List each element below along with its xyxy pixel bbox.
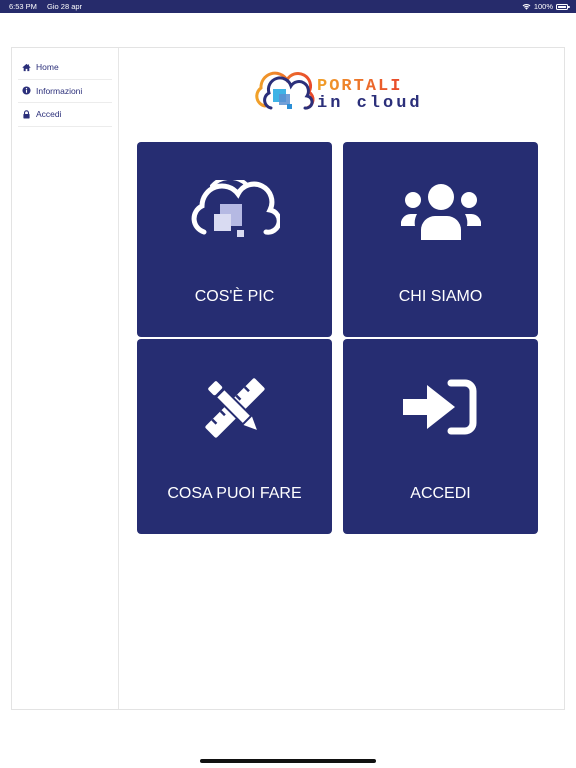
wifi-icon (522, 4, 531, 10)
main-content: PORTALI in cloud COS'È PIC CHI SIAMO COS… (119, 48, 564, 709)
sidebar-item-informazioni[interactable]: Informazioni (18, 80, 112, 103)
home-icon (22, 63, 31, 71)
app-frame: Home Informazioni Accedi PORTALI in clou… (11, 47, 565, 710)
tile-accedi[interactable]: ACCEDI (343, 339, 538, 534)
sidebar: Home Informazioni Accedi (12, 48, 119, 709)
tile-label: COSA PUOI FARE (167, 485, 302, 502)
logo-cloud-icon (255, 71, 315, 110)
tile-label: COS'È PIC (194, 288, 275, 305)
lock-icon (23, 110, 30, 119)
battery-icon (556, 3, 570, 10)
home-indicator[interactable] (200, 759, 376, 763)
tile-cosa-puoi-fare[interactable]: COSA PUOI FARE (137, 339, 332, 534)
pencil-ruler-icon (204, 378, 265, 438)
sidebar-item-home[interactable]: Home (18, 56, 112, 80)
sign-in-icon (402, 379, 476, 435)
status-time: 6:53 PM (9, 2, 37, 11)
sidebar-item-label: Informazioni (36, 85, 83, 96)
status-date: Gio 28 apr (47, 2, 83, 11)
portali-in-cloud-logo: PORTALI in cloud (251, 68, 431, 116)
sidebar-item-label: Home (36, 62, 59, 73)
battery-percent: 100% (533, 2, 553, 11)
status-bar: 6:53 PM Gio 28 apr 100% (0, 0, 576, 13)
tile-cose-pic[interactable]: COS'È PIC (137, 142, 332, 337)
info-icon (22, 86, 31, 95)
tile-label: ACCEDI (410, 485, 471, 502)
sidebar-item-accedi[interactable]: Accedi (18, 103, 112, 127)
cloud-icon (191, 180, 280, 237)
tile-chi-siamo[interactable]: CHI SIAMO (343, 142, 538, 337)
tile-label: CHI SIAMO (398, 288, 483, 305)
logo-text-in-cloud: in cloud (317, 94, 423, 113)
sidebar-item-label: Accedi (36, 109, 62, 120)
users-icon (400, 184, 481, 240)
